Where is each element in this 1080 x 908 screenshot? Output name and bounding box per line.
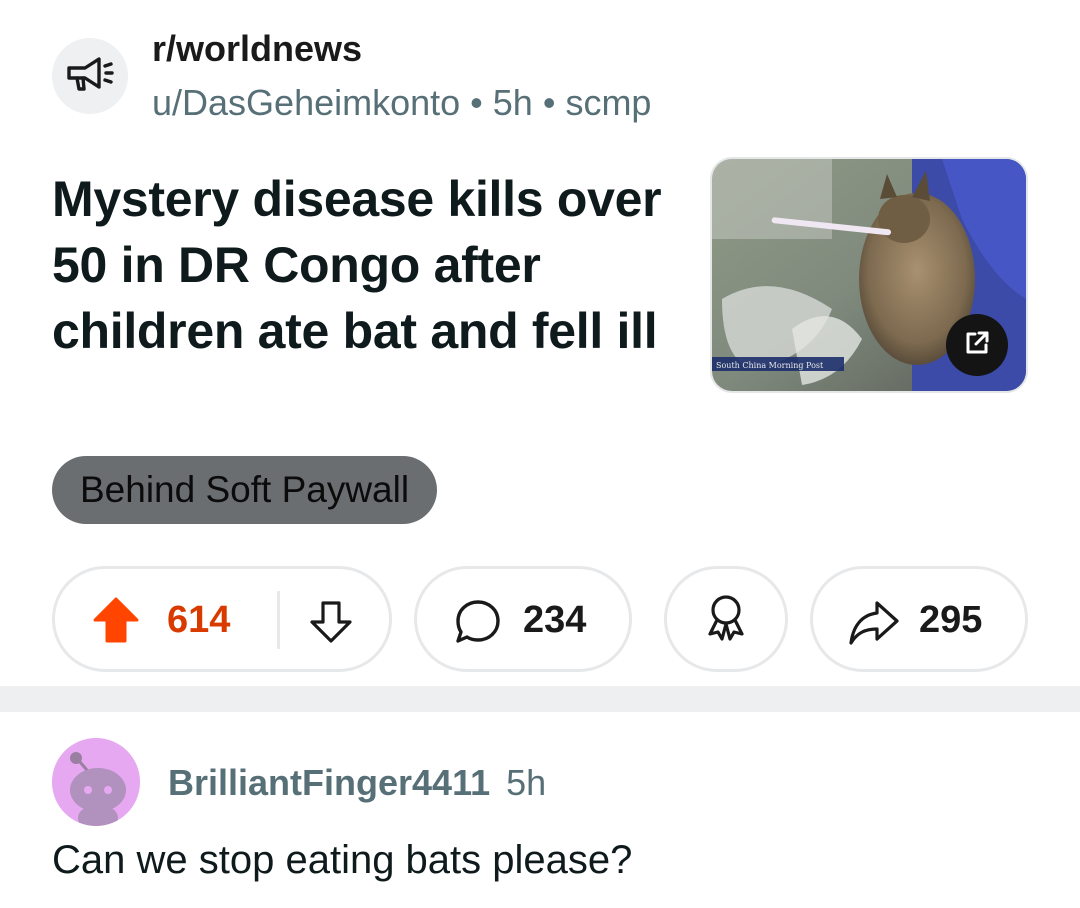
external-link-icon <box>961 327 993 364</box>
comment-count: 234 <box>523 599 587 641</box>
comment-item: BrilliantFinger4411 5h Can we stop eating… <box>52 738 1032 898</box>
thumbnail-caption: South China Morning Post <box>716 361 824 370</box>
downvote-button[interactable] <box>307 597 355 650</box>
post-flair[interactable]: Behind Soft Paywall <box>52 456 438 524</box>
comment-body: Can we stop eating bats please? <box>52 838 633 882</box>
external-link-button[interactable] <box>946 314 1008 376</box>
post-meta: u/DasGeheimkonto • 5h • scmp <box>152 82 651 124</box>
share-button[interactable]: 295 <box>810 566 1028 672</box>
vote-pill: 614 <box>52 566 392 672</box>
post-age: 5h <box>492 82 533 123</box>
speech-bubble-icon <box>453 597 503 652</box>
post-title[interactable]: Mystery disease kills over 50 in DR Cong… <box>52 166 692 364</box>
megaphone-icon <box>65 54 115 99</box>
arrow-down-icon <box>307 601 355 649</box>
comments-button[interactable]: 234 <box>414 566 632 672</box>
post-domain[interactable]: scmp <box>565 82 651 123</box>
vote-divider <box>277 591 280 649</box>
share-arrow-icon <box>847 597 901 652</box>
section-divider <box>0 686 1080 712</box>
comment-age: 5h <box>506 762 547 803</box>
meta-dot: • <box>542 82 556 123</box>
subreddit-name[interactable]: r/worldnews <box>152 28 362 70</box>
share-count: 295 <box>919 599 983 641</box>
meta-dot: • <box>470 82 483 123</box>
award-button[interactable] <box>664 566 788 672</box>
post-header: r/worldnews u/DasGeheimkonto • 5h • scmp <box>52 28 1032 124</box>
comment-username: BrilliantFinger4411 5h <box>168 762 546 804</box>
post-action-bar: 614 234 295 <box>52 566 1028 672</box>
post-author[interactable]: u/DasGeheimkonto <box>152 82 460 123</box>
avatar[interactable] <box>52 738 140 826</box>
vote-score: 614 <box>167 599 231 641</box>
arrow-up-icon <box>91 597 141 649</box>
award-icon <box>702 592 750 647</box>
comment-author[interactable]: BrilliantFinger4411 <box>168 762 490 803</box>
subreddit-avatar[interactable] <box>52 38 128 114</box>
upvote-button[interactable] <box>91 595 141 650</box>
